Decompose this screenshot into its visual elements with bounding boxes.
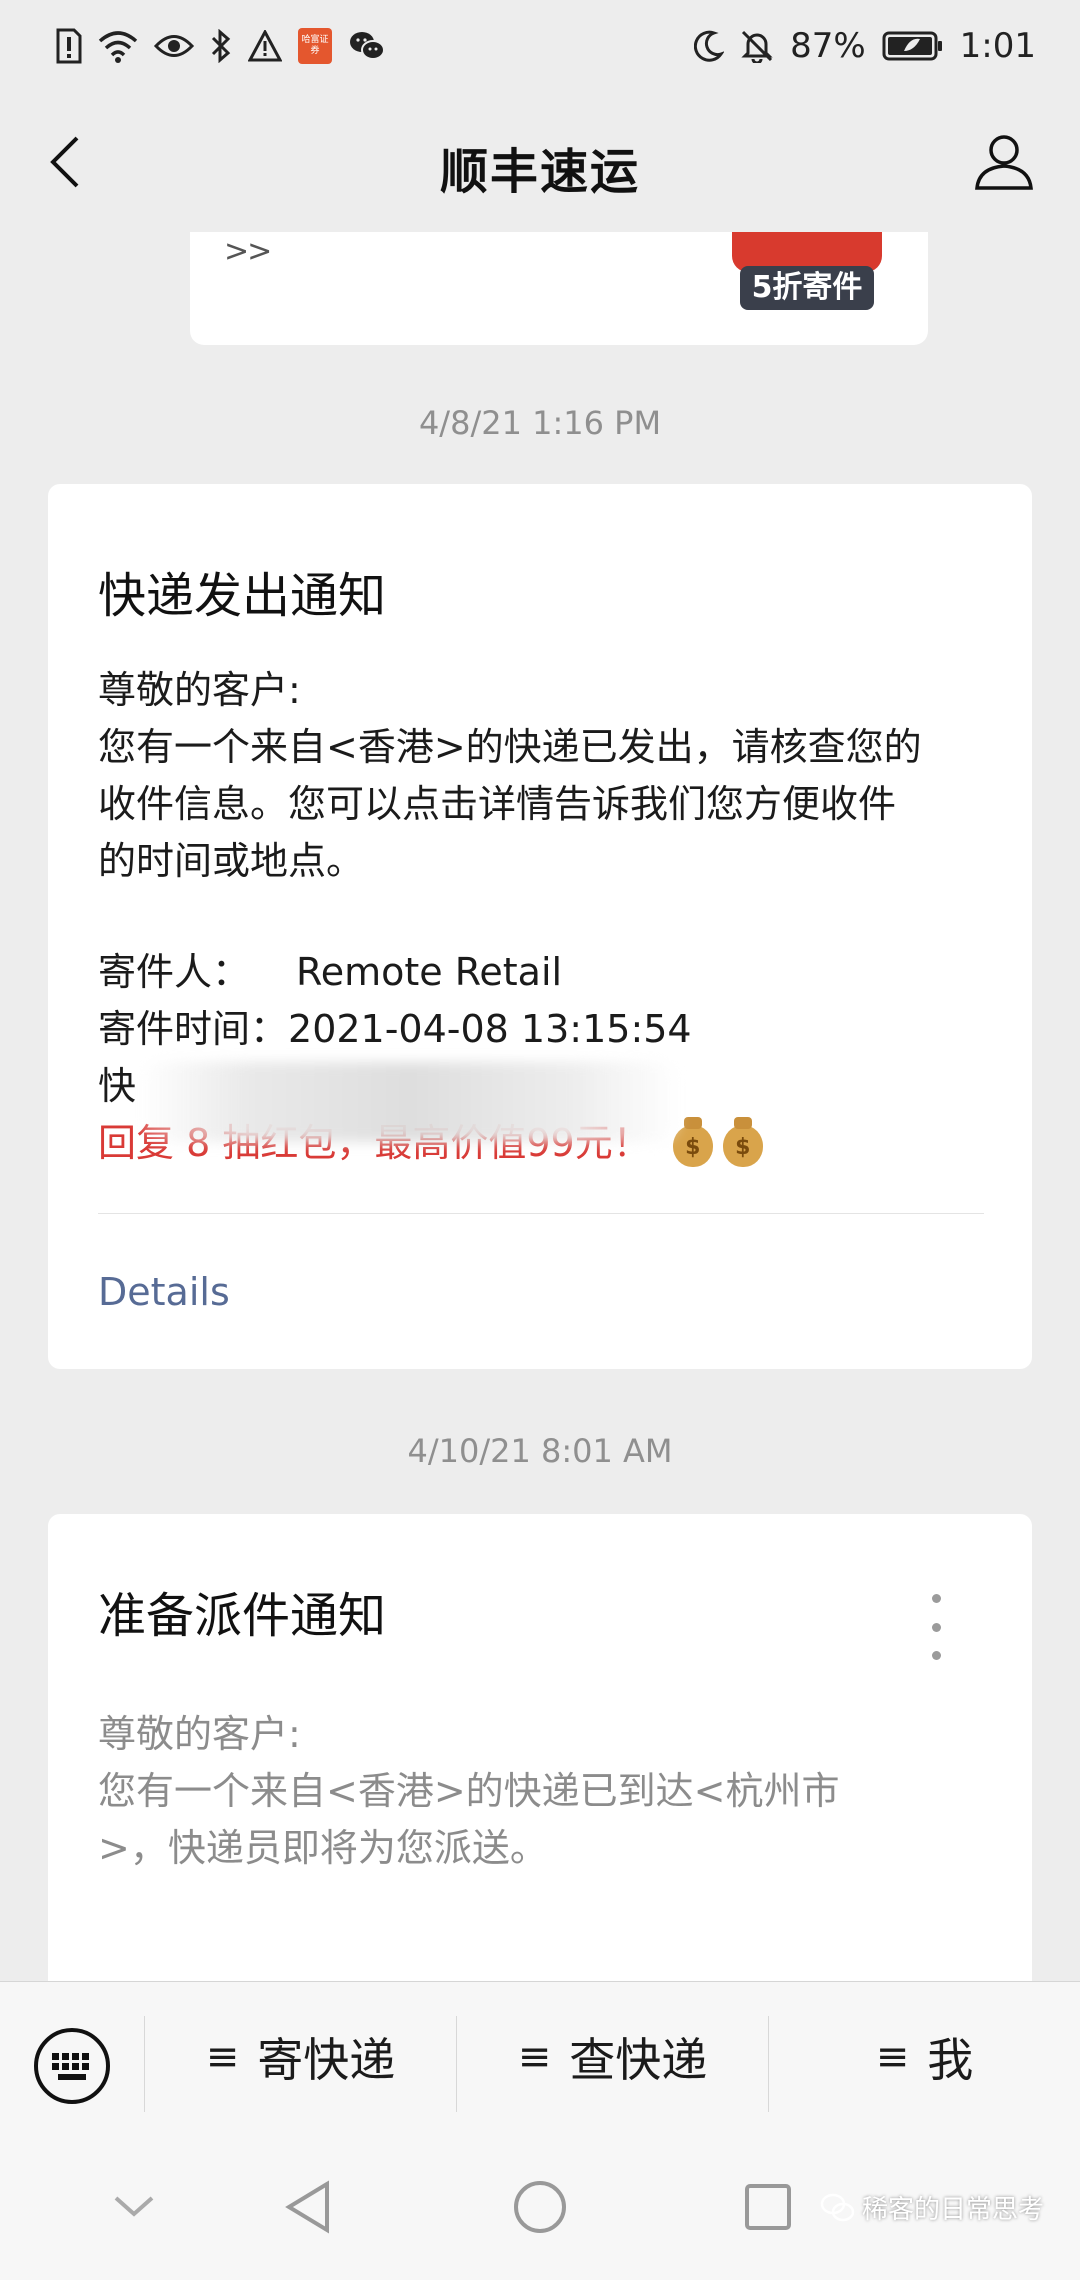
- sim-alert-icon: [56, 28, 82, 64]
- menu-label: 查快递: [569, 2033, 708, 2087]
- more-arrows: >>: [224, 234, 272, 269]
- securities-app-icon: 哈富证券: [298, 28, 332, 64]
- greeting: 尊敬的客户:: [98, 1712, 301, 1756]
- square-recents-icon: [745, 2184, 791, 2230]
- body-line: 您有一个来自<香港>的快递已到达<杭州市: [98, 1769, 840, 1813]
- delivery-notice-card[interactable]: 准备派件通知 尊敬的客户: 您有一个来自<香港>的快递已到达<杭州市 >，快递员…: [48, 1514, 1032, 1994]
- official-account-menu-bar: ≡ 寄快递 ≡ 查快递 ≡ 我: [0, 1981, 1080, 2132]
- shipment-notice-card[interactable]: 快递发出通知 尊敬的客户: 您有一个来自<香港>的快递已发出，请核查您的 收件信…: [48, 484, 1032, 1369]
- promo-badge: 5折寄件: [732, 232, 882, 314]
- menu-list-icon: ≡: [875, 2034, 910, 2080]
- sender-label: 寄件人：: [98, 950, 251, 994]
- body-line: 收件信息。您可以点击详情告诉我们您方便收件: [98, 782, 897, 826]
- top-nav-bar: 顺丰速运: [0, 92, 1080, 232]
- send-time-label: 寄件时间：: [98, 1007, 289, 1051]
- money-bag-icon: $: [722, 1116, 763, 1167]
- wechat-icon: [348, 30, 386, 62]
- menu-label: 寄快递: [257, 2033, 396, 2087]
- money-bag-icon: $: [672, 1116, 713, 1167]
- system-back-button[interactable]: [272, 2171, 344, 2243]
- menu-send-express[interactable]: ≡ 寄快递: [145, 1982, 456, 2132]
- menu-list-icon: ≡: [205, 2034, 240, 2080]
- send-time-row: 寄件时间：2021-04-08 13:15:54: [98, 1001, 988, 1058]
- body-line: 的时间或地点。: [98, 839, 365, 883]
- status-bar: 哈富证券 87% 1:01: [0, 0, 1080, 92]
- menu-list-icon: ≡: [517, 2034, 552, 2080]
- moon-icon: [694, 30, 725, 62]
- tracking-label: 快: [98, 1064, 137, 1108]
- message-timestamp: 4/10/21 8:01 AM: [407, 1432, 673, 1470]
- status-right-icons: 87% 1:01: [694, 26, 1036, 66]
- watermark-text: 稀客的日常思考: [861, 2195, 1044, 2225]
- wifi-icon: [98, 29, 138, 63]
- circle-home-icon: [514, 2181, 566, 2233]
- profile-button[interactable]: [968, 126, 1040, 198]
- triangle-back-icon: [285, 2180, 329, 2234]
- chevron-down-icon: [114, 2196, 154, 2217]
- page-title: 顺丰速运: [439, 144, 640, 200]
- eye-icon: [154, 31, 194, 61]
- body-line: >，快递员即将为您派送。: [98, 1826, 548, 1870]
- watermark: 稀客的日常思考: [820, 2189, 1044, 2226]
- bluetooth-icon: [210, 29, 232, 63]
- keyboard-toggle-button[interactable]: [30, 2024, 114, 2108]
- send-time-value: 2021-04-08 13:15:54: [288, 1007, 692, 1051]
- card-body: 尊敬的客户: 您有一个来自<香港>的快递已到达<杭州市 >，快递员即将为您派送。: [98, 1706, 988, 1877]
- wechat-watermark-icon: [820, 2193, 855, 2221]
- hide-nav-button[interactable]: [98, 2171, 170, 2243]
- system-recents-button[interactable]: [732, 2171, 804, 2243]
- promo-badge-label: 5折寄件: [740, 266, 874, 310]
- mute-bell-icon: [740, 29, 774, 63]
- card-divider: [98, 1213, 984, 1214]
- user-icon: [975, 135, 1033, 190]
- previous-message-card[interactable]: >> 5折寄件: [190, 232, 928, 345]
- message-timestamp: 4/8/21 1:16 PM: [418, 404, 662, 442]
- clock: 1:01: [959, 26, 1036, 66]
- redacted-tracking-number: [140, 1062, 680, 1142]
- menu-track-express[interactable]: ≡ 查快递: [457, 1982, 768, 2132]
- warning-icon: [248, 30, 282, 62]
- card-title: 快递发出通知: [98, 568, 387, 624]
- details-link[interactable]: Details: [98, 1270, 230, 1314]
- system-navigation-bar: 稀客的日常思考: [0, 2131, 1080, 2280]
- keyboard-icon: [34, 2028, 110, 2104]
- body-line: 您有一个来自<香港>的快递已发出，请核查您的: [98, 725, 922, 769]
- battery-icon: [882, 31, 944, 61]
- menu-me[interactable]: ≡ 我: [769, 1982, 1080, 2132]
- more-options-icon[interactable]: [926, 1594, 946, 1660]
- sender-row: 寄件人： Remote Retail: [98, 944, 988, 1001]
- menu-label: 我: [927, 2033, 974, 2087]
- system-home-button[interactable]: [504, 2171, 576, 2243]
- sender-value: Remote Retail: [296, 950, 563, 994]
- status-left-icons: 哈富证券: [56, 28, 386, 64]
- greeting: 尊敬的客户:: [98, 668, 301, 712]
- battery-percent: 87%: [790, 26, 866, 66]
- card-title: 准备派件通知: [98, 1588, 387, 1644]
